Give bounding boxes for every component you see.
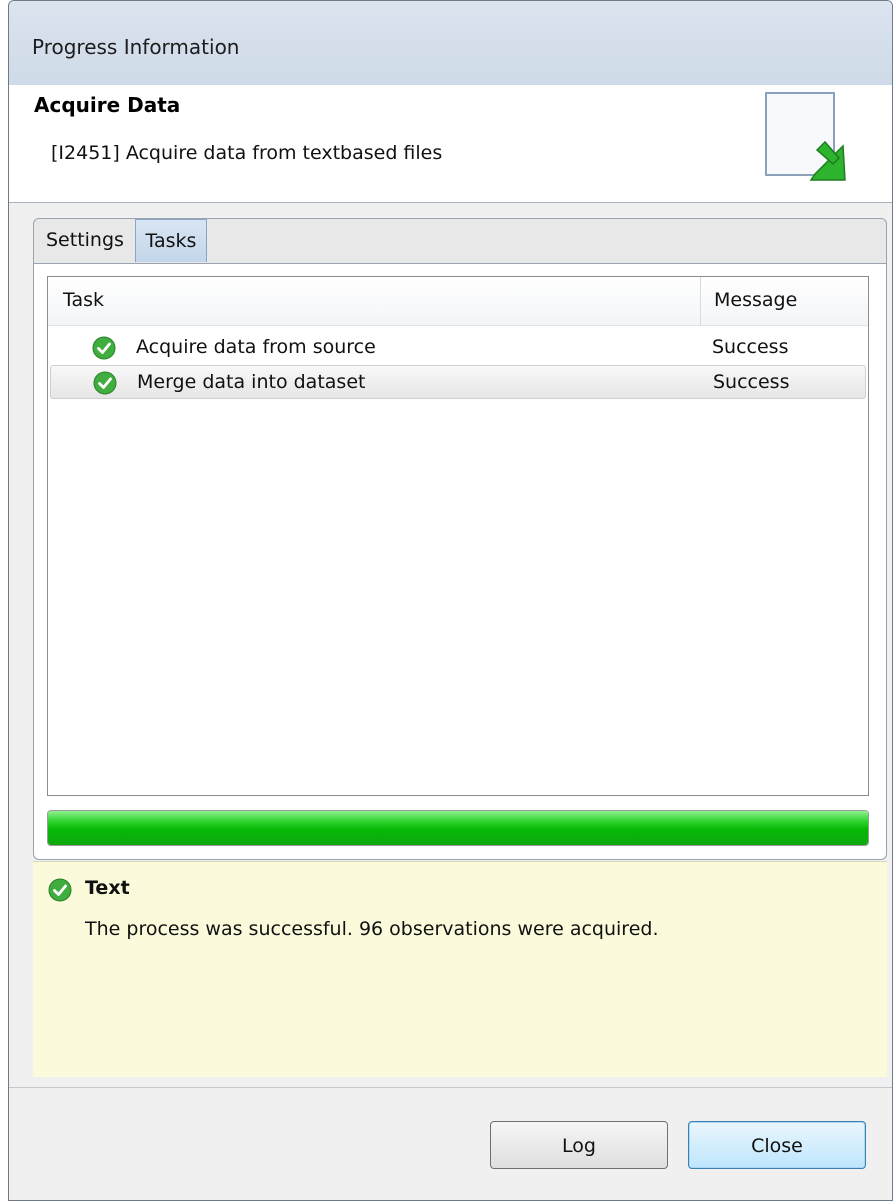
status-message-panel: Text The process was successful. 96 obse… (33, 861, 887, 1077)
task-message: Success (713, 371, 790, 393)
task-name: Acquire data from source (136, 336, 376, 358)
table-header: Task Message (48, 277, 868, 326)
tab-tasks[interactable]: Tasks (135, 219, 207, 262)
progress-bar-fill (48, 811, 868, 845)
document-import-icon (765, 92, 846, 181)
dialog-header: Acquire Data [I2451] Acquire data from t… (9, 85, 892, 203)
status-title: Text (85, 877, 130, 899)
table-row[interactable]: Merge data into dataset Success (50, 365, 866, 399)
footer-divider (9, 1087, 892, 1088)
check-circle-icon (93, 371, 117, 395)
status-message: The process was successful. 96 observati… (85, 918, 659, 940)
check-circle-icon (48, 878, 72, 902)
tab-panel: Settings Tasks Task Message Acquire data… (33, 218, 887, 860)
column-header-task[interactable]: Task (63, 289, 104, 311)
table-row[interactable]: Acquire data from source Success (50, 331, 866, 365)
task-table: Task Message Acquire data from source Su… (47, 276, 869, 796)
task-message: Success (712, 336, 789, 358)
check-circle-icon (92, 336, 116, 360)
tab-settings[interactable]: Settings (40, 219, 130, 262)
log-button[interactable]: Log (490, 1121, 668, 1169)
progress-dialog: Progress Information Acquire Data [I2451… (8, 0, 893, 1201)
column-divider[interactable] (700, 277, 701, 325)
progress-bar (47, 810, 869, 846)
task-name: Merge data into dataset (137, 371, 366, 393)
tasks-tab-content: Task Message Acquire data from source Su… (34, 263, 886, 859)
header-title: Acquire Data (34, 93, 181, 117)
title-bar[interactable]: Progress Information (9, 1, 892, 85)
close-button[interactable]: Close (688, 1121, 866, 1169)
header-description: [I2451] Acquire data from textbased file… (51, 142, 443, 164)
column-header-message[interactable]: Message (714, 289, 797, 311)
window-title: Progress Information (32, 35, 240, 59)
